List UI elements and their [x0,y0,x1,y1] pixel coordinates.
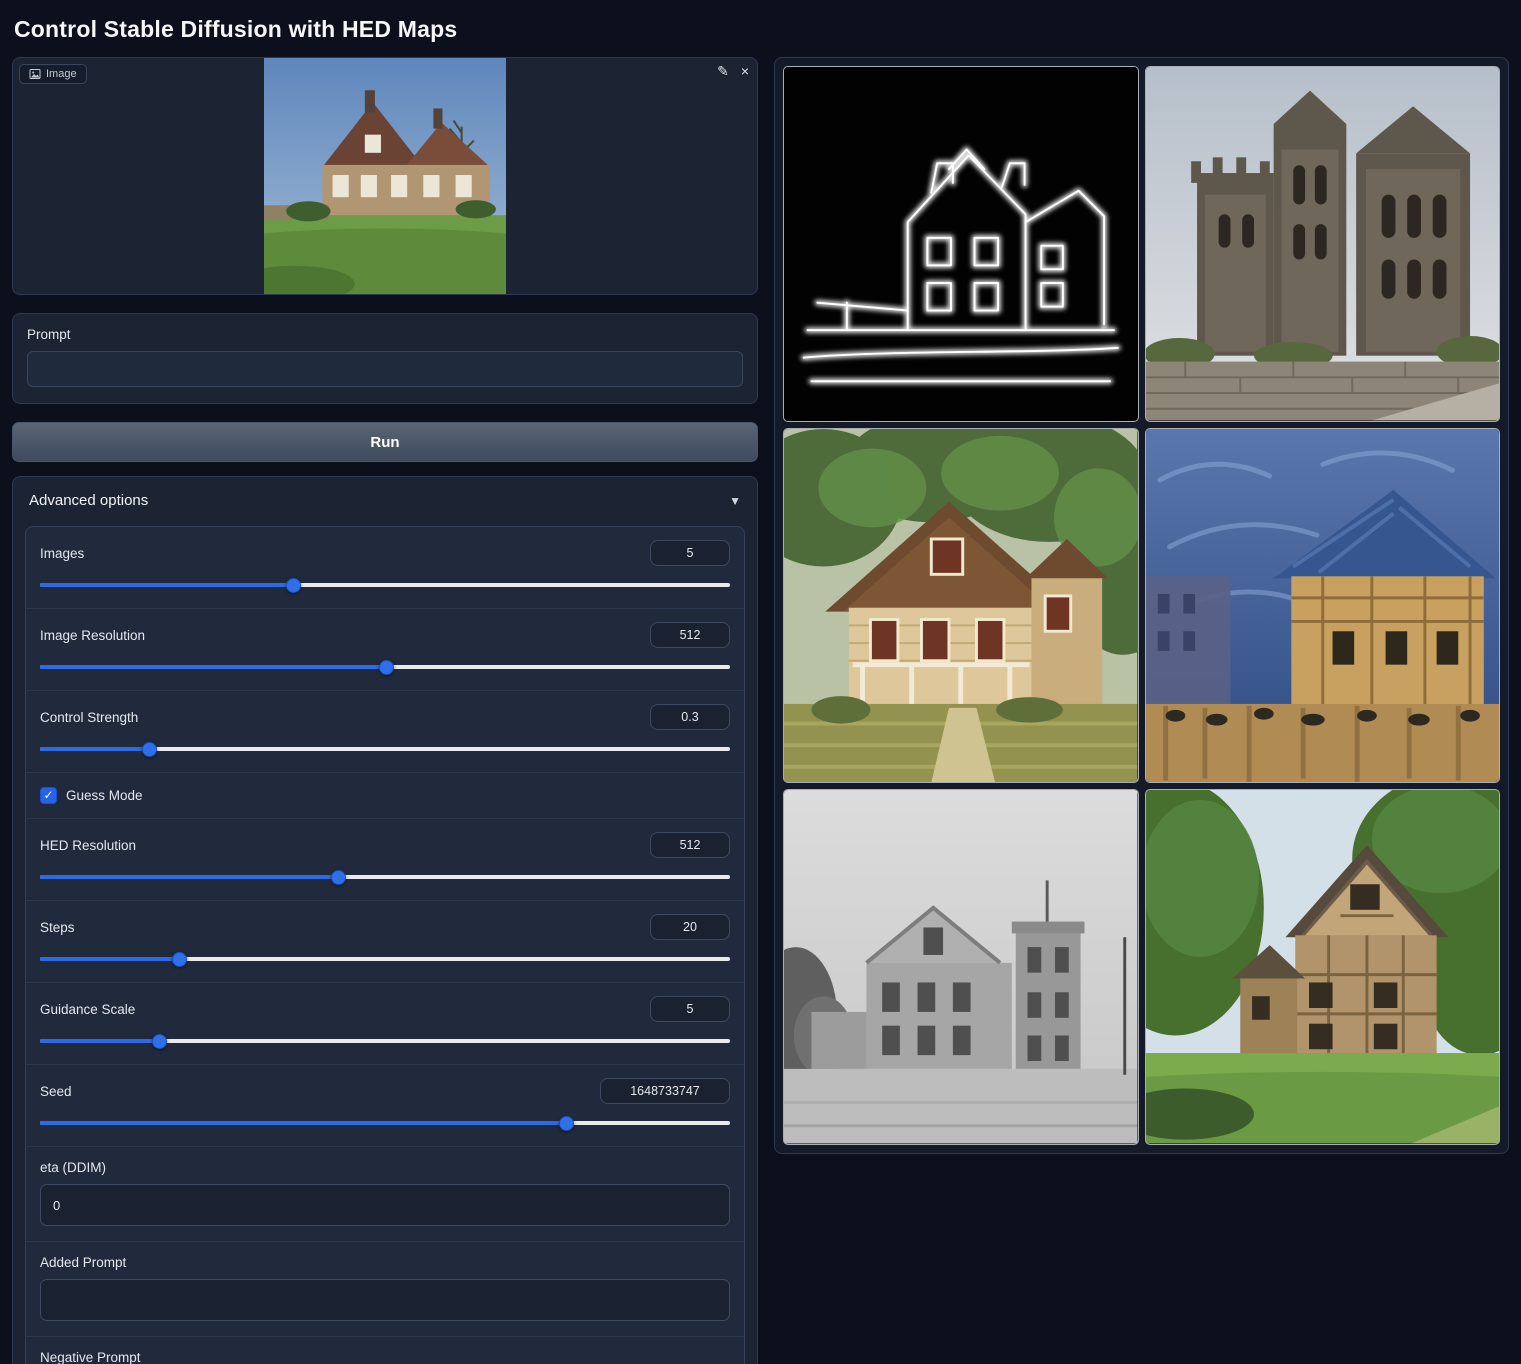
gallery-item-bw-building[interactable] [783,789,1139,1145]
slider-label: Guidance Scale [40,1002,135,1017]
main-layout: Image ✎ × [12,57,1509,1364]
guess-mode-label: Guess Mode [66,788,143,803]
slider-handle[interactable] [379,660,394,675]
slider-handle[interactable] [331,870,346,885]
slider-label: Image Resolution [40,628,145,643]
slider-label: Steps [40,920,75,935]
slider-value-input[interactable] [650,832,730,858]
gallery-item-castle[interactable] [1145,66,1501,422]
close-image-icon[interactable]: × [741,64,749,78]
edit-image-icon[interactable]: ✎ [717,64,729,78]
slider-track[interactable] [40,1033,730,1049]
slider-track[interactable] [40,741,730,757]
slider-label: Images [40,546,84,561]
slider-fill [40,665,386,669]
eta-input[interactable] [40,1184,730,1226]
slider-value-input[interactable] [650,704,730,730]
slider-handle[interactable] [559,1116,574,1131]
slider-row-steps: Steps [26,901,744,983]
slider-track[interactable] [40,1115,730,1131]
image-actions: ✎ × [717,64,749,78]
prompt-input[interactable] [27,351,743,387]
slider-fill [40,957,179,961]
slider-value-input[interactable] [650,622,730,648]
slider-row-image-resolution: Image Resolution [26,609,744,691]
controls-column: Image ✎ × [12,57,758,1364]
output-gallery [774,57,1509,1154]
eta-label: eta (DDIM) [40,1160,730,1175]
slider-value-input[interactable] [600,1078,730,1104]
guess-mode-row: ✓ Guess Mode [26,773,744,819]
slider-fill [40,1039,159,1043]
slider-row-images: Images [26,527,744,609]
gallery-item-rainy-painting[interactable] [1145,428,1501,784]
gallery-item-country-house[interactable] [783,428,1139,784]
slider-track[interactable] [40,869,730,885]
gallery-item-timber-house[interactable] [1145,789,1501,1145]
image-label-badge: Image [19,64,87,84]
slider-row-seed: Seed [26,1065,744,1147]
slider-fill [40,747,149,751]
added-prompt-row: Added Prompt [26,1242,744,1337]
prompt-block: Prompt [12,313,758,404]
advanced-options-block: Advanced options ▼ Images [12,476,758,1364]
slider-track[interactable] [40,951,730,967]
rainy-painting-image [1146,429,1500,783]
slider-value-input[interactable] [650,914,730,940]
slider-handle[interactable] [172,952,187,967]
image-icon [29,68,41,80]
slider-handle[interactable] [152,1034,167,1049]
advanced-options-title: Advanced options [29,492,148,509]
slider-track[interactable] [40,659,730,675]
slider-value-input[interactable] [650,996,730,1022]
hed-map-image [784,67,1138,421]
input-house-photo[interactable] [264,58,506,294]
slider-fill [40,1121,566,1125]
image-upload-block[interactable]: Image ✎ × [12,57,758,295]
slider-value-input[interactable] [650,540,730,566]
eta-row: eta (DDIM) [26,1147,744,1242]
slider-label: HED Resolution [40,838,136,853]
gallery-item-hed-map[interactable] [783,66,1139,422]
guess-mode-checkbox[interactable]: ✓ [40,787,57,804]
chevron-down-icon: ▼ [729,494,741,508]
slider-handle[interactable] [142,742,157,757]
app: Control Stable Diffusion with HED Maps I… [0,0,1521,1364]
image-label: Image [46,68,77,80]
added-prompt-input[interactable] [40,1279,730,1321]
slider-handle[interactable] [286,578,301,593]
negative-prompt-label: Negative Prompt [40,1350,730,1364]
slider-fill [40,875,338,879]
results-column [774,57,1509,1154]
advanced-options-header[interactable]: Advanced options ▼ [13,477,757,524]
negative-prompt-row: Negative Prompt [26,1337,744,1364]
timber-house-image [1146,790,1500,1144]
slider-row-hed-resolution: HED Resolution [26,819,744,901]
country-house-image [784,429,1138,783]
slider-row-guidance-scale: Guidance Scale [26,983,744,1065]
prompt-label: Prompt [27,327,743,342]
castle-image [1146,67,1500,421]
slider-label: Seed [40,1084,72,1099]
page-title: Control Stable Diffusion with HED Maps [12,10,1509,57]
advanced-options-panel: Images Image Resolution [25,526,745,1364]
added-prompt-label: Added Prompt [40,1255,730,1270]
slider-track[interactable] [40,577,730,593]
slider-row-control-strength: Control Strength [26,691,744,773]
bw-building-image [784,790,1138,1144]
run-button[interactable]: Run [12,422,758,462]
slider-fill [40,583,293,587]
slider-label: Control Strength [40,710,138,725]
gallery-grid [783,66,1500,1145]
